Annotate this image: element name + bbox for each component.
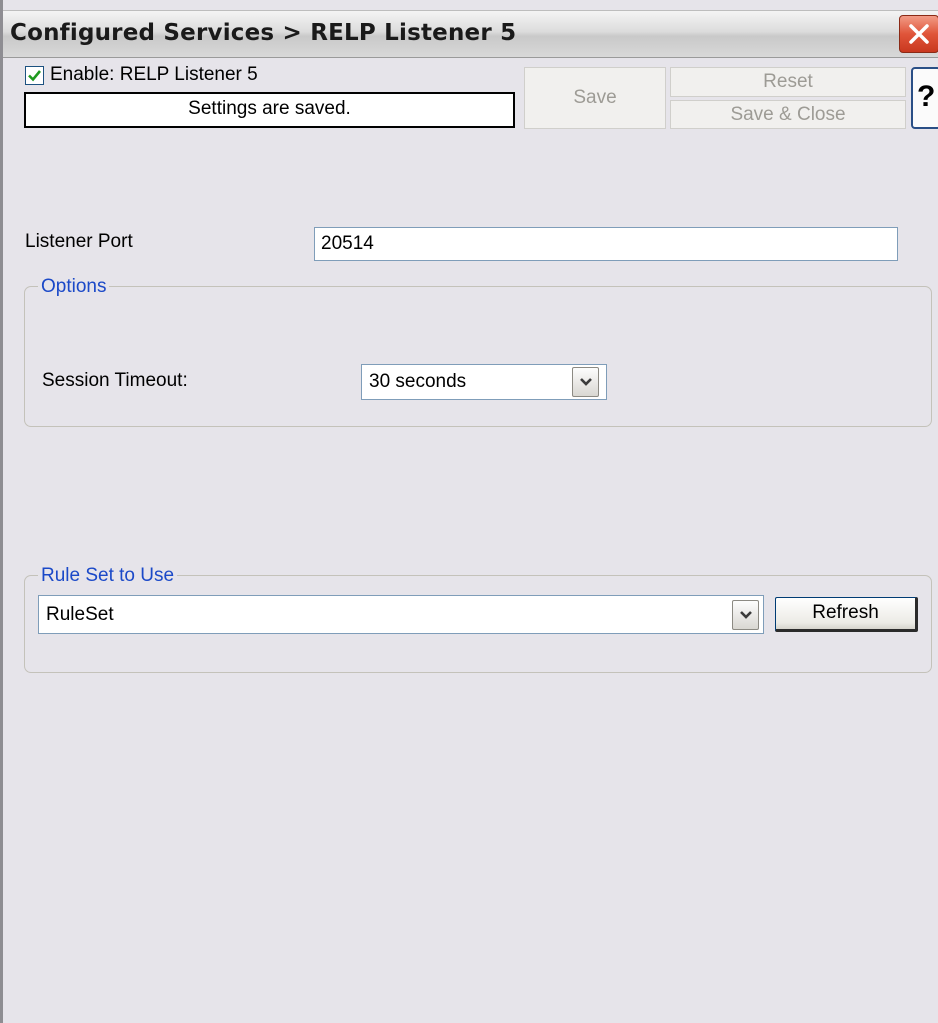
- status-message: Settings are saved.: [24, 92, 515, 128]
- window-top-edge: [0, 0, 938, 10]
- refresh-button[interactable]: Refresh: [775, 597, 918, 632]
- window: Configured Services > RELP Listener 5 En…: [0, 0, 938, 1023]
- checkmark-icon: [28, 69, 42, 81]
- ruleset-select[interactable]: RuleSet: [38, 595, 764, 634]
- listener-port-input[interactable]: [314, 227, 898, 261]
- save-button[interactable]: Save: [524, 67, 666, 129]
- status-text: Settings are saved.: [188, 98, 351, 119]
- close-icon: [909, 24, 929, 44]
- reset-button[interactable]: Reset: [670, 67, 906, 97]
- ruleset-legend: Rule Set to Use: [38, 565, 178, 587]
- listener-port-label: Listener Port: [25, 231, 133, 252]
- session-timeout-label: Session Timeout:: [42, 370, 188, 391]
- options-group: [24, 286, 932, 427]
- chevron-down-icon: [579, 378, 592, 386]
- window-left-edge: [0, 0, 3, 1023]
- ruleset-dropdown-button[interactable]: [732, 600, 759, 630]
- options-legend: Options: [38, 276, 110, 298]
- title-bar: Configured Services > RELP Listener 5: [3, 10, 938, 58]
- chevron-down-icon: [739, 611, 752, 619]
- enable-label: Enable: RELP Listener 5: [50, 64, 258, 85]
- enable-checkbox-row[interactable]: Enable: RELP Listener 5: [25, 64, 258, 86]
- session-timeout-dropdown-button[interactable]: [572, 367, 599, 397]
- help-button[interactable]: ?: [911, 67, 938, 129]
- session-timeout-select[interactable]: 30 seconds: [361, 364, 607, 400]
- close-button[interactable]: [899, 15, 938, 53]
- window-title: Configured Services > RELP Listener 5: [10, 20, 517, 46]
- enable-checkbox[interactable]: [25, 65, 44, 85]
- save-and-close-button[interactable]: Save & Close: [670, 100, 906, 129]
- session-timeout-value: 30 seconds: [369, 371, 467, 392]
- ruleset-value: RuleSet: [46, 604, 114, 625]
